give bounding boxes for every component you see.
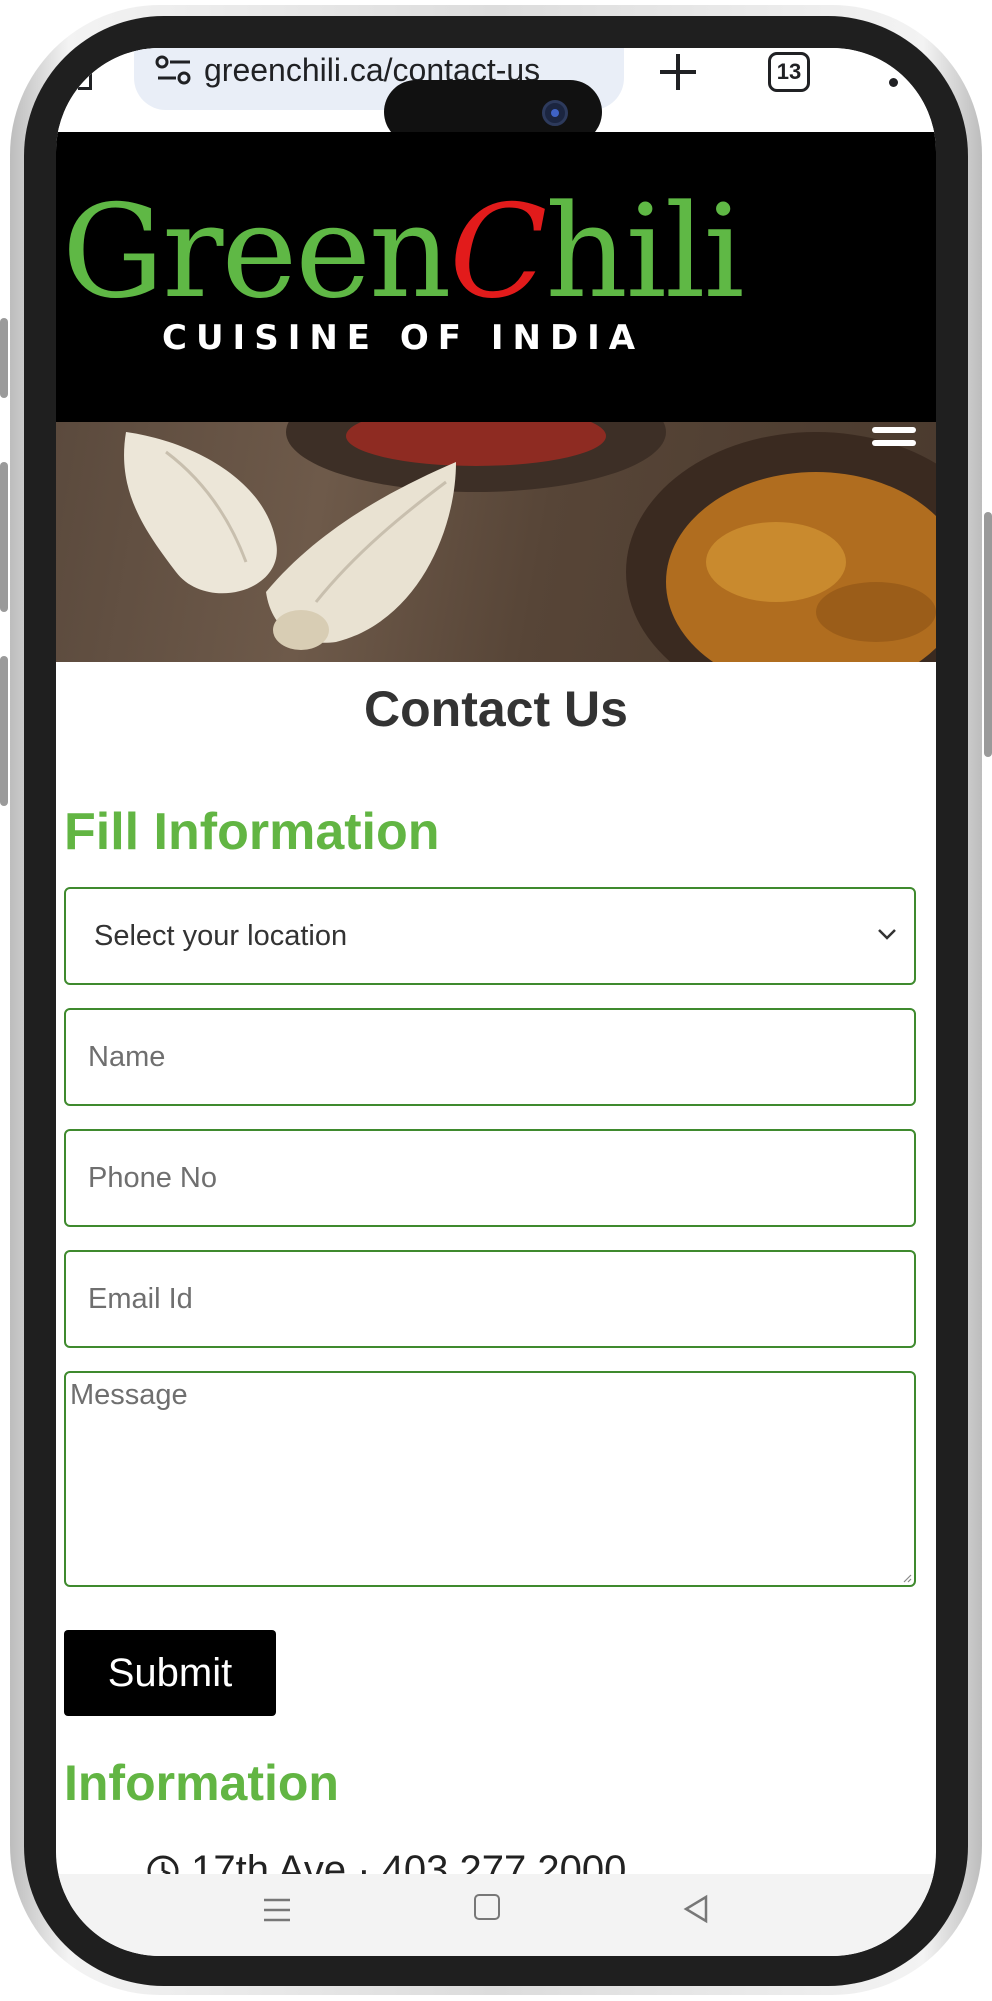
site-header: GreenChili CUISINE OF INDIA <box>56 132 936 422</box>
phone-side-button <box>0 462 8 612</box>
back-icon[interactable] <box>682 1894 710 1924</box>
logo-tagline: CUISINE OF INDIA <box>162 318 645 358</box>
form-heading: Fill Information <box>64 803 440 861</box>
message-field[interactable]: Message <box>64 1371 916 1587</box>
submit-button[interactable]: Submit <box>64 1630 276 1716</box>
tab-switcher-button[interactable]: 13 <box>768 52 810 92</box>
name-field[interactable]: Name <box>64 1008 916 1106</box>
system-nav-bar <box>56 1874 936 1956</box>
email-field[interactable]: Email Id <box>64 1250 916 1348</box>
phone-side-button <box>0 318 8 398</box>
phone-screen: greenchili.ca/contact-us 13 GreenChili C… <box>56 48 936 1956</box>
info-row[interactable]: 17th Ave · 403 277 2000 <box>146 1848 626 1874</box>
tune-icon[interactable] <box>154 54 194 86</box>
site-logo[interactable]: GreenChili CUISINE OF INDIA <box>62 178 762 368</box>
logo-red-letter: C <box>449 178 547 327</box>
location-select[interactable]: Select your location <box>64 887 916 985</box>
browser-toolbar: greenchili.ca/contact-us 13 <box>56 48 936 144</box>
phone-field[interactable]: Phone No <box>64 1129 916 1227</box>
page-title: Contact Us <box>364 681 628 737</box>
chevron-down-icon <box>878 929 896 940</box>
clock-icon <box>147 1855 179 1874</box>
info-heading: Information <box>64 1755 339 1811</box>
home-tab-icon[interactable] <box>78 72 92 90</box>
logo-tail: hili <box>545 178 744 327</box>
home-icon[interactable] <box>474 1894 500 1920</box>
hero-image <box>124 422 936 662</box>
info-text: 17th Ave · 403 277 2000 <box>191 1848 627 1874</box>
location-select-value: Select your location <box>94 919 348 952</box>
menu-icon[interactable] <box>889 78 898 87</box>
hero-banner <box>56 422 936 662</box>
new-tab-icon[interactable] <box>656 50 700 94</box>
logo-green: Green <box>62 178 451 327</box>
camera-lens <box>542 100 568 126</box>
resize-handle-icon[interactable] <box>902 1573 912 1583</box>
hamburger-menu-icon[interactable] <box>872 422 916 452</box>
logo-wordmark: GreenChili <box>62 178 745 328</box>
message-placeholder: Message <box>70 1379 188 1411</box>
phone-side-button <box>0 656 8 806</box>
phone-side-button <box>984 512 992 757</box>
recent-apps-icon[interactable] <box>262 1896 292 1924</box>
